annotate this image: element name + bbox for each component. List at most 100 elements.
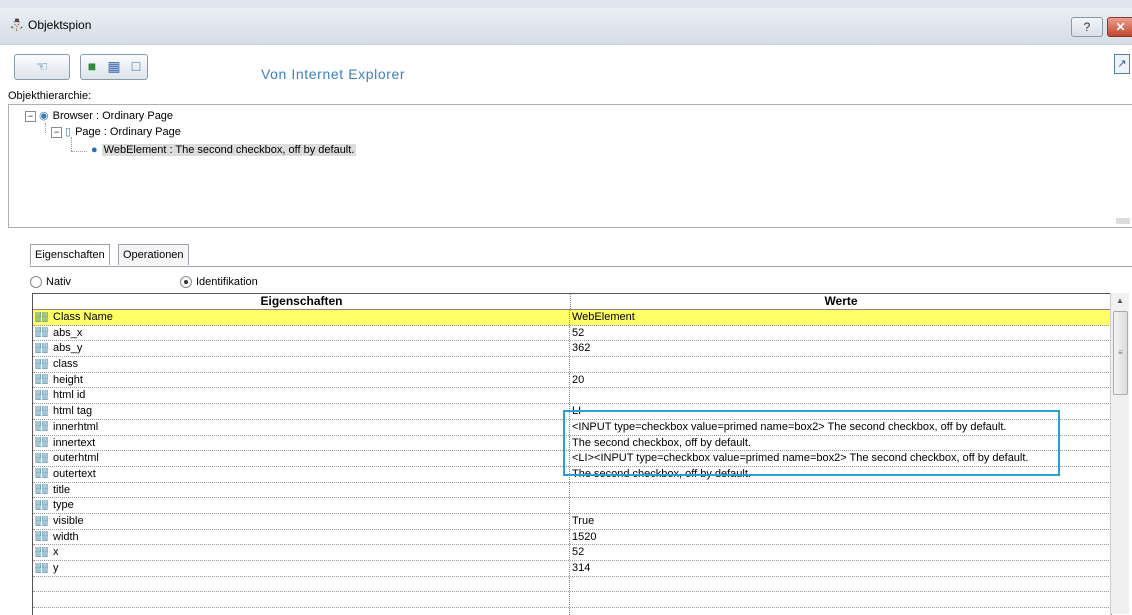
- table-row[interactable]: ▤▤ ▥▥ height 20: [33, 372, 1111, 389]
- hierarchy-label: Objekthierarchie:: [8, 90, 92, 102]
- property-value: True: [572, 514, 595, 527]
- property-icon: ▤▤ ▥▥: [35, 358, 49, 370]
- property-value: 362: [572, 342, 591, 355]
- grid-header: Eigenschaften Werte: [33, 294, 1111, 310]
- property-name-cell: ▤▤ ▥▥ abs_x: [33, 325, 570, 341]
- property-value: [570, 498, 1111, 513]
- property-name-cell: ▤▤ ▥▥ html tag: [33, 404, 570, 419]
- property-icon: ▤▤ ▥▥: [35, 452, 49, 464]
- tree-node-label: Browser : Ordinary Page: [52, 110, 174, 122]
- property-name: abs_y: [53, 342, 83, 355]
- table-row[interactable]: ▤▤ ▥▥ html id: [33, 388, 1111, 405]
- window-title: Objektspion: [28, 18, 92, 32]
- property-icon: ▤▤ ▥▥: [35, 499, 49, 511]
- tree-node-label: WebElement : The second checkbox, off by…: [101, 144, 357, 156]
- spy-app-icon: ⛄: [8, 18, 26, 34]
- property-icon: ▤▤ ▥▥: [35, 484, 49, 496]
- property-value: 52: [572, 326, 585, 339]
- property-name-cell: ▤▤ ▥▥ class: [33, 357, 570, 372]
- table-row[interactable]: ▤▤ ▥▥ Class Name WebElement: [33, 310, 1111, 326]
- table-row[interactable]: ▤▤ ▥▥ class: [33, 357, 1111, 373]
- property-icon: ▤▤ ▥▥: [35, 327, 49, 339]
- pointing-hand-icon: ☜: [35, 58, 49, 74]
- source-label: Von Internet Explorer: [261, 66, 406, 82]
- pointing-hand-button[interactable]: ☜: [14, 54, 70, 80]
- property-name-cell: ▤▤ ▥▥ width: [33, 529, 570, 545]
- background-app-strip: [0, 0, 1132, 8]
- radio-identifikation[interactable]: Identifikation: [180, 276, 258, 289]
- header-werte[interactable]: Werte: [571, 294, 1111, 309]
- radio-icon: [30, 276, 42, 289]
- property-icon: ▤▤ ▥▥: [35, 421, 49, 433]
- property-name: visible: [53, 514, 84, 527]
- tree-node-label: Page : Ordinary Page: [75, 126, 181, 138]
- property-name: outertext: [53, 467, 96, 480]
- tab-operationen[interactable]: Operationen: [118, 244, 189, 265]
- property-value: 20: [572, 373, 585, 386]
- property-name-cell: [33, 576, 570, 592]
- property-value: [570, 483, 1111, 498]
- radio-label: Nativ: [46, 276, 72, 288]
- tab-divider: [30, 266, 1132, 267]
- table-row[interactable]: ▤▤ ▥▥ abs_x 52: [33, 325, 1111, 342]
- table-row[interactable]: ▤▤ ▥▥ x 52: [33, 545, 1111, 561]
- property-name: Class Name: [53, 311, 113, 323]
- property-name: innertext: [53, 436, 96, 449]
- property-icon: ▤▤ ▥▥: [35, 390, 49, 402]
- property-name: height: [53, 373, 83, 386]
- tree-node-page[interactable]: − ▯ Page : Ordinary Page: [51, 125, 181, 139]
- object-hierarchy-tree[interactable]: − ◉ Browser : Ordinary Page − ▯ Page : Ordin…: [8, 104, 1132, 228]
- table-row[interactable]: [33, 576, 1111, 593]
- table-row[interactable]: ▤▤ ▥▥ y 314: [33, 561, 1111, 577]
- property-value: 314: [572, 562, 591, 574]
- property-name-cell: ▤▤ ▥▥ title: [33, 482, 570, 498]
- collapse-icon[interactable]: −: [51, 126, 62, 138]
- table-row[interactable]: ▤▤ ▥▥ type: [33, 498, 1111, 514]
- table-row[interactable]: ▤▤ ▥▥ abs_y 362: [33, 341, 1111, 358]
- help-button[interactable]: ?: [1071, 17, 1103, 37]
- property-icon: ▤▤ ▥▥: [35, 531, 49, 543]
- table-row[interactable]: [33, 592, 1111, 609]
- property-value: [570, 592, 1111, 607]
- tree-node-web-element[interactable]: ● WebElement : The second checkbox, off b…: [91, 143, 357, 157]
- object-repository-icon[interactable]: ■: [81, 55, 103, 79]
- property-value: [570, 577, 1111, 592]
- add-object-icon[interactable]: ▦: [103, 55, 125, 79]
- tab-eigenschaften[interactable]: Eigenschaften: [30, 244, 110, 265]
- web-element-icon: ●: [91, 144, 98, 156]
- property-name-cell: ▤▤ ▥▥ visible: [33, 513, 570, 529]
- table-row[interactable]: ▤▤ ▥▥ width 1520: [33, 529, 1111, 546]
- property-name-cell: ▤▤ ▥▥ x: [33, 545, 570, 560]
- scroll-up-icon[interactable]: ▲: [1111, 293, 1129, 309]
- radio-nativ[interactable]: Nativ: [30, 276, 72, 289]
- property-value: 52: [572, 546, 585, 559]
- property-name: title: [53, 483, 71, 496]
- grid-vertical-scrollbar[interactable]: ▲ ≡: [1110, 293, 1129, 614]
- property-icon: ▤▤ ▥▥: [35, 546, 49, 558]
- property-icon: ▤▤ ▥▥: [35, 374, 49, 386]
- property-icon: ▤▤ ▥▥: [35, 468, 49, 480]
- close-button[interactable]: ✕: [1107, 17, 1132, 37]
- property-name-cell: ▤▤ ▥▥ outerhtml: [33, 451, 570, 466]
- table-row[interactable]: ▤▤ ▥▥ title: [33, 482, 1111, 499]
- property-value: [570, 388, 1111, 403]
- tree-node-browser[interactable]: − ◉ Browser : Ordinary Page: [25, 109, 173, 123]
- collapse-icon[interactable]: −: [25, 110, 36, 122]
- property-name: x: [53, 546, 59, 559]
- property-name: html tag: [53, 405, 93, 418]
- table-row[interactable]: ▤▤ ▥▥ visible True: [33, 513, 1111, 530]
- pin-window-icon[interactable]: ↗: [1114, 54, 1130, 74]
- property-name-cell: ▤▤ ▥▥ type: [33, 498, 570, 513]
- property-icon: ▤▤ ▥▥: [35, 515, 49, 527]
- property-name-cell: ▤▤ ▥▥ outertext: [33, 466, 570, 482]
- property-name-cell: ▤▤ ▥▥ html id: [33, 388, 570, 404]
- property-value: [570, 357, 1111, 372]
- tree-scrollbar-stub: [1116, 218, 1130, 224]
- property-icon: ▤▤ ▥▥: [35, 562, 49, 574]
- radio-label: Identifikation: [196, 276, 258, 288]
- highlight-object-icon[interactable]: □: [125, 55, 147, 79]
- scroll-thumb[interactable]: ≡: [1113, 311, 1128, 395]
- annotation-highlight-box: [563, 410, 1060, 476]
- property-name: class: [53, 358, 79, 371]
- header-eigenschaften[interactable]: Eigenschaften: [33, 294, 571, 309]
